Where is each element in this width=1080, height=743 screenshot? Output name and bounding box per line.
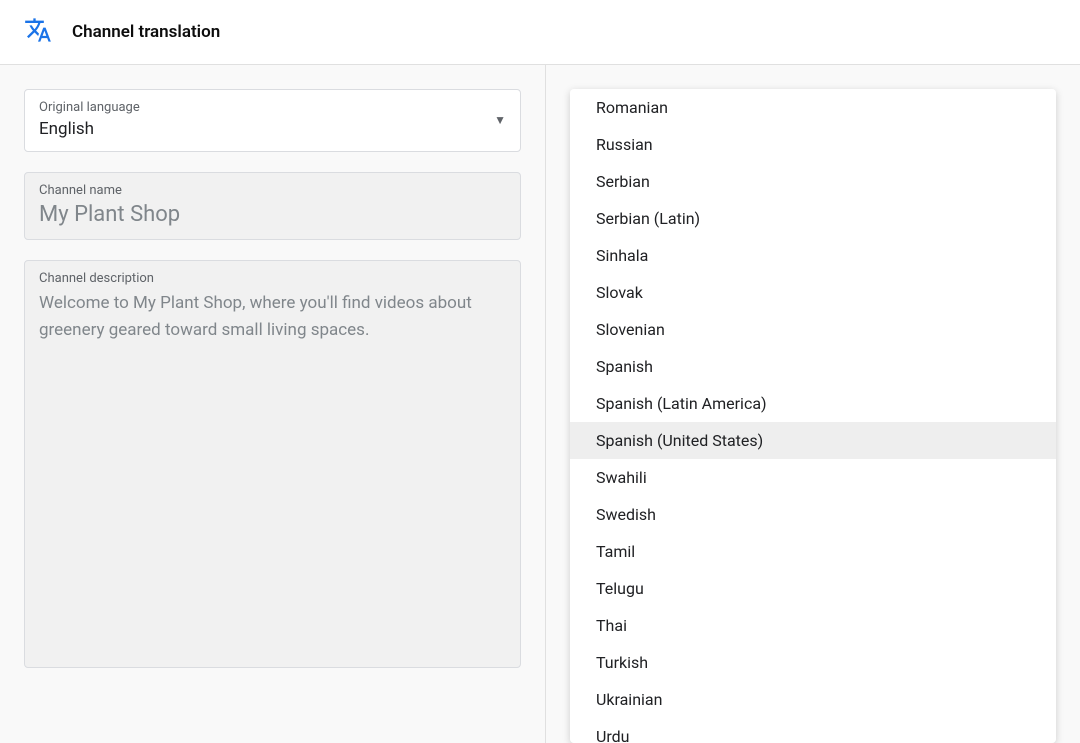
language-option[interactable]: Swedish [570,496,1056,533]
channel-name-value: My Plant Shop [39,202,506,227]
language-option[interactable]: Sinhala [570,237,1056,274]
original-language-label: Original language [39,100,494,115]
content: Original language English ▼ Channel name… [0,65,1080,743]
language-option[interactable]: Urdu [570,718,1056,743]
language-dropdown[interactable]: RomanianRussianSerbianSerbian (Latin)Sin… [570,89,1056,743]
original-language-value: English [39,119,494,139]
language-option[interactable]: Spanish (United States) [570,422,1056,459]
language-option[interactable]: Thai [570,607,1056,644]
language-option[interactable]: Spanish [570,348,1056,385]
language-option[interactable]: Romanian [570,89,1056,126]
language-option[interactable]: Serbian (Latin) [570,200,1056,237]
original-language-dropdown[interactable]: Original language English ▼ [24,89,521,152]
language-option[interactable]: Slovenian [570,311,1056,348]
channel-description-label: Channel description [39,271,506,286]
language-option[interactable]: Turkish [570,644,1056,681]
language-option[interactable]: Ukrainian [570,681,1056,718]
chevron-down-icon: ▼ [494,113,506,127]
language-option[interactable]: Tamil [570,533,1056,570]
language-option[interactable]: Russian [570,126,1056,163]
page-title: Channel translation [72,22,220,42]
language-option[interactable]: Swahili [570,459,1056,496]
header: Channel translation [0,0,1080,65]
channel-name-field: Channel name My Plant Shop [24,172,521,240]
channel-name-label: Channel name [39,183,506,198]
left-panel: Original language English ▼ Channel name… [0,65,546,743]
channel-description-value: Welcome to My Plant Shop, where you'll f… [39,290,506,344]
right-panel: RomanianRussianSerbianSerbian (Latin)Sin… [546,65,1080,743]
language-option[interactable]: Slovak [570,274,1056,311]
translate-icon [24,16,52,48]
language-option[interactable]: Telugu [570,570,1056,607]
language-option[interactable]: Spanish (Latin America) [570,385,1056,422]
language-option[interactable]: Serbian [570,163,1056,200]
channel-description-field: Channel description Welcome to My Plant … [24,260,521,668]
